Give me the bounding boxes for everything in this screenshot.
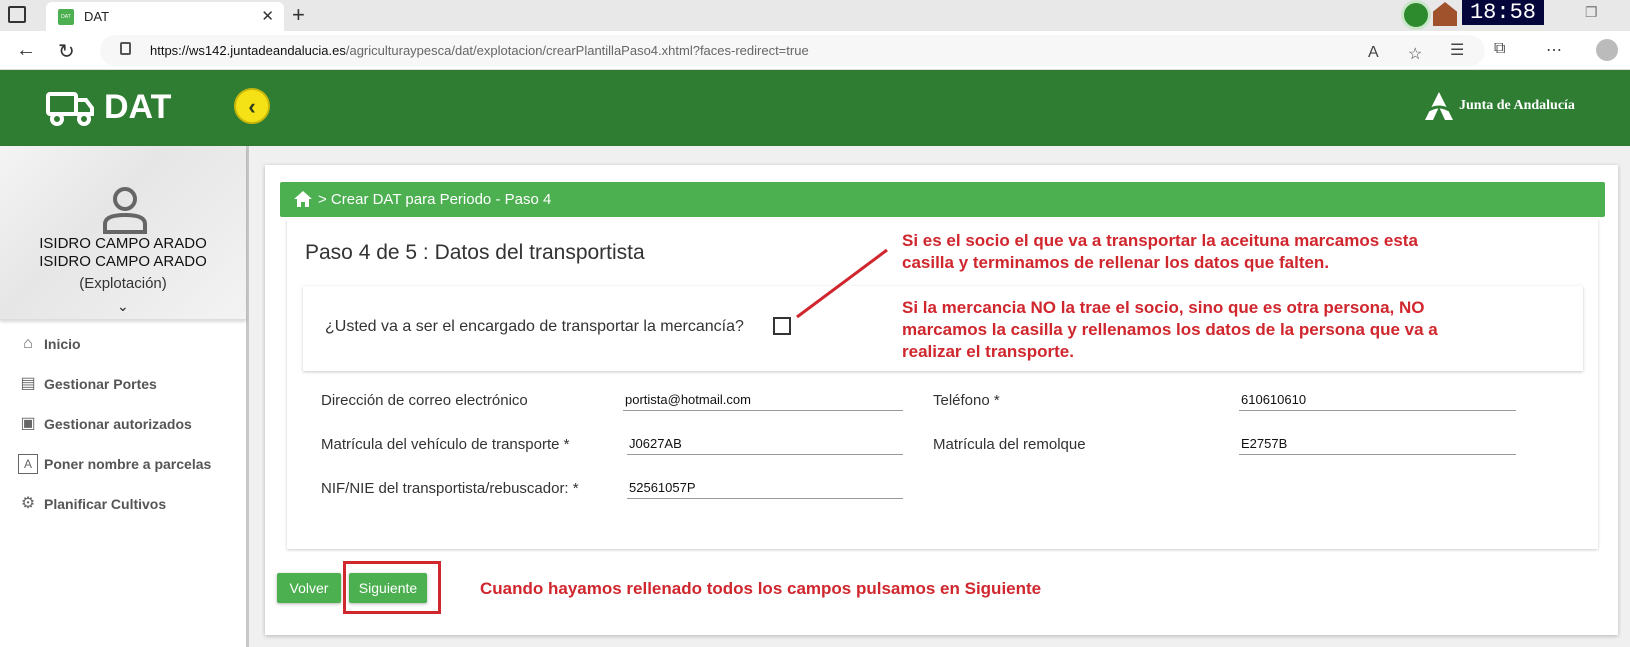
- annotation-note-2: Si la mercancia NO la trae el socio, sin…: [902, 298, 1438, 361]
- annotation-note-3: Cuando hayamos rellenado todos los campo…: [480, 579, 1042, 598]
- annotation-note-1: Si es el socio el que va a transportar l…: [902, 231, 1418, 272]
